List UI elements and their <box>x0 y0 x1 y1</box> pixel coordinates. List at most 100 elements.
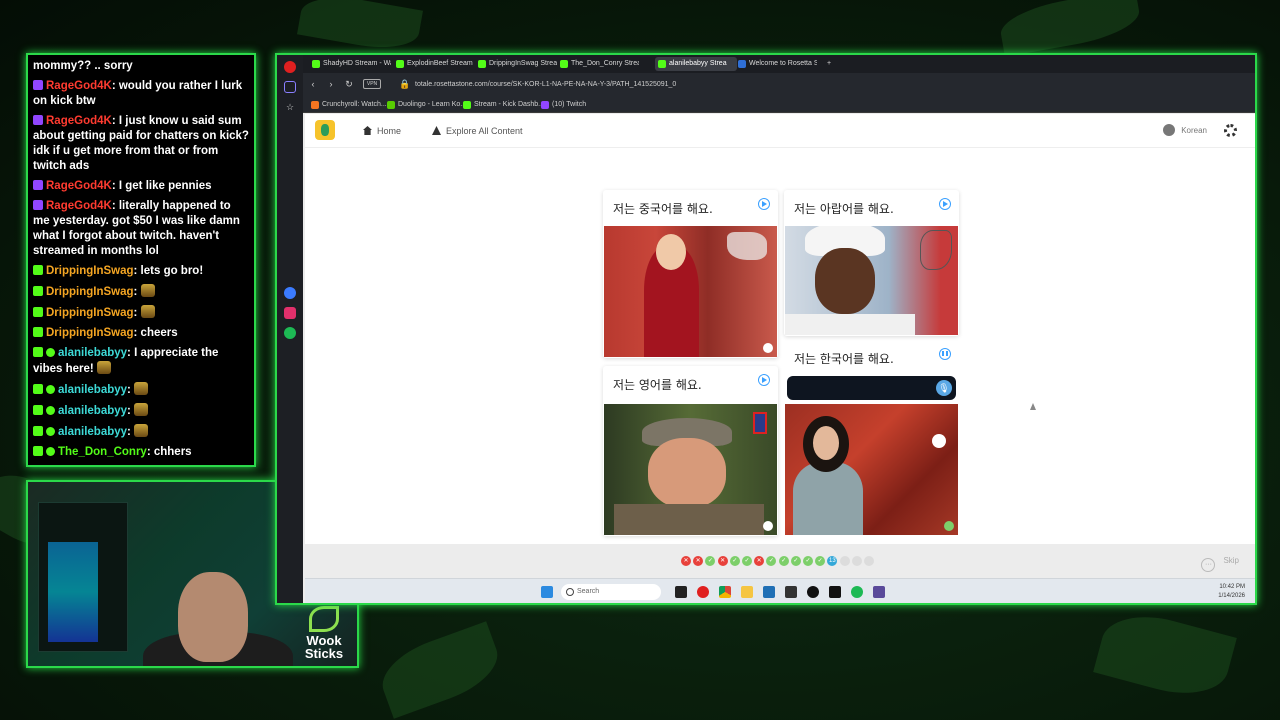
file-explorer-icon[interactable] <box>741 586 753 598</box>
windows-start-icon[interactable] <box>541 586 553 598</box>
chat-message: The_Don_Conry: chhers <box>33 445 249 460</box>
chat-username[interactable]: RageGod4K <box>46 115 112 127</box>
chat-text: : <box>133 286 138 298</box>
chat-username[interactable]: DrippingInSwag <box>46 307 134 319</box>
play-audio-icon[interactable] <box>758 198 770 210</box>
progress-dot-correct: ✓ <box>729 556 740 566</box>
messenger-icon[interactable] <box>284 287 296 299</box>
tab-label: The_Don_Conry Strea <box>571 60 639 67</box>
task-view-icon[interactable] <box>675 586 687 598</box>
media-icon[interactable] <box>807 586 819 598</box>
progress-dot-empty <box>851 556 862 566</box>
browser-window: ☆ ShadyHD Stream - Wa ExplodinBeef Stream… <box>275 53 1257 605</box>
verified-badge-icon <box>46 348 55 357</box>
kick-favicon-icon <box>560 60 568 68</box>
verified-badge-icon <box>46 447 55 456</box>
play-audio-icon[interactable] <box>939 198 951 210</box>
browser-sidebar: ☆ <box>277 55 303 603</box>
explore-icon <box>432 126 441 135</box>
chat-message: RageGod4K: I just know u said sum about … <box>33 114 249 174</box>
browser-tab[interactable]: Welcome to Rosetta S <box>735 57 817 71</box>
chat-username[interactable]: The_Don_Conry <box>58 446 147 458</box>
card-phrase: 저는 영어를 해요. <box>613 378 702 392</box>
star-icon[interactable]: ☆ <box>284 101 296 113</box>
woman-face <box>813 426 839 460</box>
bookmark-link[interactable]: Crunchyroll: Watch... <box>311 99 387 111</box>
nav-explore-link[interactable]: Explore All Content <box>432 125 523 137</box>
back-icon[interactable]: ‹ <box>307 78 319 90</box>
speech-answer-bar[interactable]: 🎙 <box>787 376 956 400</box>
microphone-icon[interactable]: 🎙 <box>936 380 952 396</box>
reload-icon[interactable]: ↻ <box>343 78 355 90</box>
browser-tab[interactable]: ShadyHD Stream - Wa <box>309 57 391 71</box>
app-icon[interactable] <box>785 586 797 598</box>
forward-icon[interactable]: › <box>325 78 337 90</box>
chat-text: : <box>127 426 131 438</box>
answer-card[interactable]: 저는 중국어를 해요. <box>603 190 778 358</box>
skip-button[interactable]: ··· Skip <box>1201 554 1239 572</box>
chat-username[interactable]: alanilebabyy <box>58 426 127 438</box>
spotify-icon[interactable] <box>284 327 296 339</box>
instagram-icon[interactable] <box>284 307 296 319</box>
pause-audio-icon[interactable] <box>939 348 951 360</box>
kick-favicon-icon <box>312 60 320 68</box>
new-tab-button[interactable]: + <box>823 57 835 71</box>
answer-card[interactable]: 저는 아랍어를 해요. <box>784 190 959 336</box>
chat-username[interactable]: DrippingInSwag <box>46 286 134 298</box>
chat-username[interactable]: RageGod4K <box>46 80 112 92</box>
bookmark-label: Stream - Kick Dashb... <box>474 101 545 108</box>
chat-emote-icon <box>134 403 149 416</box>
background-leaf <box>297 0 423 56</box>
chat-message: mommy?? .. sorry <box>33 59 249 74</box>
url-field[interactable]: totale.rosettastone.com/course/SK-KOR-L1… <box>415 78 676 92</box>
tab-label: Welcome to Rosetta S <box>749 60 817 67</box>
logo-line2: Sticks <box>304 646 344 661</box>
kick-badge-icon <box>33 347 43 357</box>
answer-card[interactable]: 저는 영어를 해요. <box>603 366 778 536</box>
browser-tab[interactable]: ExplodinBeef Stream <box>393 57 475 71</box>
progress-dot-wrong: ✕ <box>681 556 691 566</box>
bookmark-label: Crunchyroll: Watch... <box>322 101 387 108</box>
browser-tab[interactable]: alanilebabyy Strea <box>655 57 737 71</box>
bookmark-link[interactable]: Stream - Kick Dashb... <box>463 99 544 111</box>
streamer-face <box>178 572 248 662</box>
opera-icon[interactable] <box>697 586 709 598</box>
home-icon[interactable] <box>284 81 296 93</box>
chat-message: DrippingInSwag: lets go bro! <box>33 264 249 279</box>
chat-message: DrippingInSwag: <box>33 305 249 321</box>
account-menu[interactable]: Korean <box>1163 124 1207 138</box>
bookmark-link[interactable]: (10) Twitch <box>541 99 586 111</box>
chat-username[interactable]: RageGod4K <box>46 200 112 212</box>
chat-text: : cheers <box>133 327 178 339</box>
browser-tab[interactable]: DrippingInSwag Strea <box>475 57 557 71</box>
uk-flag-icon <box>753 412 767 434</box>
address-bar: ‹ › ↻ VPN 🔒 totale.rosettastone.com/cour… <box>303 73 1255 97</box>
play-audio-icon[interactable] <box>758 374 770 386</box>
answer-card[interactable]: 저는 한국어를 해요. 🎙 <box>784 340 959 536</box>
app-icon[interactable] <box>829 586 841 598</box>
chat-username[interactable]: alanilebabyy <box>58 384 127 396</box>
spotify-icon[interactable] <box>851 586 863 598</box>
browser-tab[interactable]: The_Don_Conry Strea <box>557 57 639 71</box>
chat-username[interactable]: alanilebabyy <box>58 347 127 359</box>
rosetta-logo-icon[interactable] <box>315 120 335 140</box>
vpn-icon[interactable]: VPN <box>363 79 381 89</box>
taskbar-search[interactable]: Search <box>561 584 661 600</box>
nav-home-label: Home <box>377 126 402 136</box>
chat-username[interactable]: alanilebabyy <box>58 405 127 417</box>
bookmark-favicon-icon <box>463 101 471 109</box>
chat-text: : I get like pennies <box>111 180 212 192</box>
chat-username[interactable]: DrippingInSwag <box>46 327 134 339</box>
chat-message: RageGod4K: would you rather I lurk on ki… <box>33 79 249 109</box>
calculator-icon[interactable] <box>763 586 775 598</box>
chrome-icon[interactable] <box>719 586 731 598</box>
chat-username[interactable]: RageGod4K <box>46 180 112 192</box>
gear-icon[interactable] <box>1224 124 1237 137</box>
game-icon[interactable] <box>873 586 885 598</box>
progress-dot-correct: ✓ <box>790 556 801 566</box>
nav-home-link[interactable]: Home <box>363 125 401 137</box>
background-leaf <box>373 621 507 719</box>
opera-icon[interactable] <box>284 61 296 73</box>
bookmark-link[interactable]: Duolingo - Learn Ko... <box>387 99 466 111</box>
chat-username[interactable]: DrippingInSwag <box>46 265 134 277</box>
